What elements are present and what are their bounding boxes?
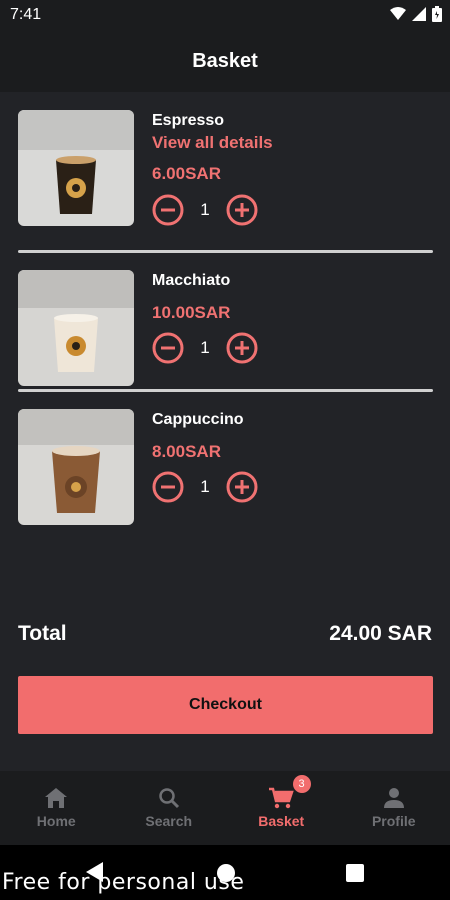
person-icon <box>383 788 404 808</box>
nav-label: Home <box>36 813 76 829</box>
decrease-button[interactable] <box>152 471 184 503</box>
plus-circle-icon <box>226 332 258 364</box>
recents-icon[interactable] <box>346 864 364 882</box>
nav-label: Basket <box>258 813 305 829</box>
product-image <box>18 110 134 226</box>
total-value: 24.00 SAR <box>329 622 432 645</box>
product-name: Macchiato <box>152 272 231 289</box>
view-details-link[interactable]: View all details <box>152 133 273 153</box>
product-name: Espresso <box>152 112 225 129</box>
decrease-button[interactable] <box>152 194 184 226</box>
wifi-icon <box>390 7 406 20</box>
increase-button[interactable] <box>226 471 258 503</box>
quantity-value: 1 <box>200 200 210 219</box>
product-image <box>18 270 134 386</box>
increase-button[interactable] <box>226 194 258 226</box>
minus-circle-icon <box>152 471 184 503</box>
basket-item: Cappuccino 8.00SAR 1 <box>0 391 450 530</box>
nav-item-basket[interactable]: 3 Basket <box>225 771 338 845</box>
checkout-button[interactable]: Checkout <box>18 676 433 734</box>
watermark-text: Free for personal use <box>2 870 245 895</box>
quantity-stepper: 1 <box>152 332 258 364</box>
coffee-cup-image <box>18 270 134 386</box>
quantity-stepper: 1 <box>152 194 258 226</box>
basket-item: Espresso View all details 6.00SAR 1 <box>0 92 450 250</box>
signal-icon <box>412 7 426 21</box>
minus-circle-icon <box>152 332 184 364</box>
nav-item-home[interactable]: Home <box>0 771 113 845</box>
nav-item-search[interactable]: Search <box>113 771 226 845</box>
product-price: 8.00SAR <box>152 442 221 461</box>
basket-list: Espresso View all details 6.00SAR 1 Macc… <box>0 92 450 525</box>
nav-label: Search <box>145 813 193 829</box>
product-price: 10.00SAR <box>152 303 231 322</box>
page-title: Basket <box>192 49 258 72</box>
battery-icon <box>432 6 442 22</box>
coffee-cup-image <box>18 409 134 525</box>
plus-circle-icon <box>226 194 258 226</box>
app-bar: Basket <box>0 30 450 92</box>
product-name: Cappuccino <box>152 411 244 428</box>
bottom-navigation: Home Search 3 Basket Profile <box>0 771 450 845</box>
status-time: 7:41 <box>10 6 42 23</box>
total-label: Total <box>18 622 67 645</box>
decrease-button[interactable] <box>152 332 184 364</box>
search-icon <box>159 788 179 809</box>
status-icons <box>390 6 442 22</box>
basket-item: Macchiato 10.00SAR 1 <box>0 252 450 391</box>
increase-button[interactable] <box>226 332 258 364</box>
status-bar: 7:41 <box>0 0 450 30</box>
nav-label: Profile <box>371 813 416 829</box>
coffee-cup-image <box>18 110 134 226</box>
plus-circle-icon <box>226 471 258 503</box>
cart-icon <box>269 787 294 809</box>
minus-circle-icon <box>152 194 184 226</box>
quantity-stepper: 1 <box>152 471 258 503</box>
nav-item-profile[interactable]: Profile <box>338 771 450 845</box>
cart-count-badge: 3 <box>292 775 311 793</box>
quantity-value: 1 <box>200 477 210 496</box>
product-price: 6.00SAR <box>152 164 221 183</box>
product-image <box>18 409 134 525</box>
quantity-value: 1 <box>200 338 210 357</box>
home-icon <box>45 788 68 808</box>
